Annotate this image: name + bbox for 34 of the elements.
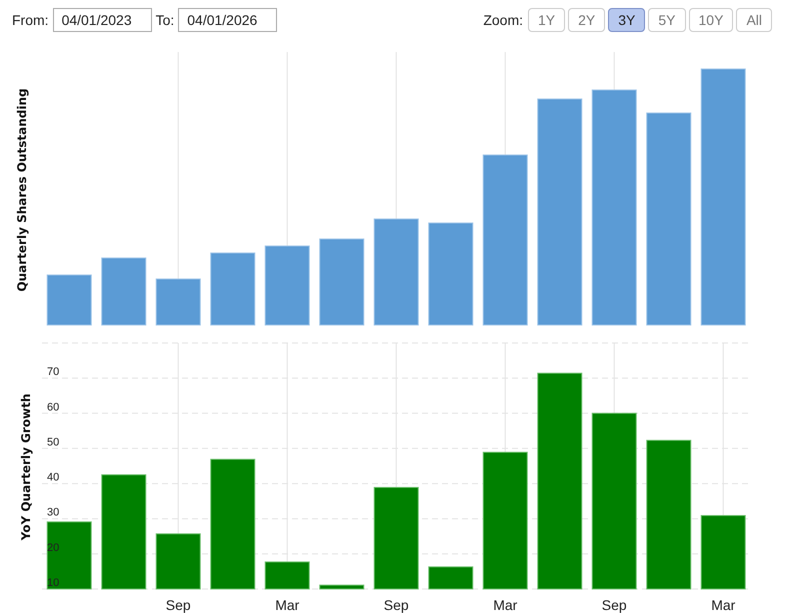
- y-tick-label: 50: [47, 436, 60, 448]
- axis-title: YoY Quarterly Growth: [19, 394, 33, 540]
- zoom-label: Zoom:: [483, 10, 524, 30]
- zoom-button[interactable]: 10Y: [688, 8, 734, 32]
- y-tick-label: 30: [47, 506, 60, 519]
- zoom-button[interactable]: 2Y: [568, 8, 606, 32]
- zoom-button[interactable]: 3Y: [608, 8, 646, 32]
- y-tick-label: 40: [47, 472, 60, 484]
- x-tick-label: Mar: [275, 597, 300, 613]
- to-date-field[interactable]: 04/01/2026: [178, 8, 278, 32]
- y-tick-label: 60: [47, 401, 60, 414]
- x-tick-label: Mar: [493, 597, 518, 613]
- x-tick-label: Sep: [602, 597, 627, 613]
- from-date-field[interactable]: 04/01/2023: [52, 8, 152, 32]
- growth-bar: [428, 566, 474, 590]
- zoom-button[interactable]: All: [736, 8, 772, 32]
- to-label: To:: [156, 10, 174, 30]
- growth-bar: [264, 561, 310, 590]
- y-tick-label: 10: [47, 577, 60, 589]
- growth-bar: [156, 533, 201, 590]
- zoom-button[interactable]: 1Y: [528, 8, 566, 32]
- shares-bar: [101, 258, 146, 326]
- growth-bar: [319, 584, 364, 590]
- from-label: From:: [12, 10, 49, 30]
- y-tick-label: 20: [47, 542, 60, 554]
- x-tick-label: Sep: [384, 597, 409, 613]
- axis-title: Quarterly Shares Outstanding: [15, 88, 29, 292]
- growth-bar: [46, 521, 92, 590]
- x-tick-label: Mar: [711, 597, 736, 613]
- x-tick-label: Sep: [166, 597, 191, 613]
- shares-bar: [156, 278, 201, 326]
- zoom-button[interactable]: 5Y: [648, 8, 686, 32]
- y-tick-label: 70: [47, 366, 60, 378]
- shares-bar: [46, 274, 92, 326]
